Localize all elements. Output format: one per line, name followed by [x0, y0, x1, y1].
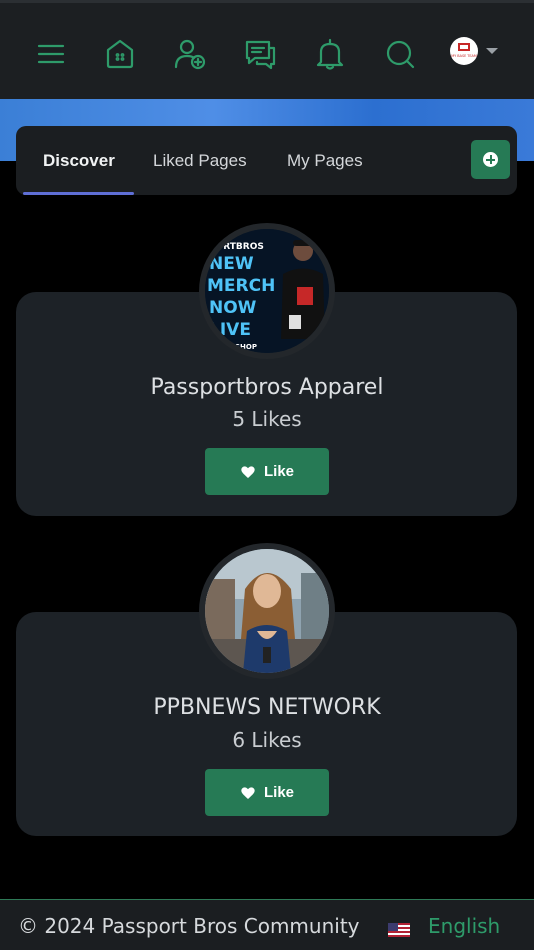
account-avatar: MY BASE TEAM — [450, 37, 478, 65]
like-button[interactable]: Like — [205, 448, 329, 495]
plus-circle-icon — [483, 152, 498, 167]
page-like-count: 5 Likes — [232, 407, 302, 431]
page-tabs: Discover Liked Pages My Pages — [16, 126, 517, 195]
heart-icon — [241, 786, 255, 799]
account-menu[interactable]: MY BASE TEAM — [450, 37, 498, 65]
merch-promo-image: PORTBROS NEW MERCH NOW LIVE SHOP — [205, 229, 329, 353]
merch-text-portbros: PORTBROS — [209, 242, 264, 252]
page-name[interactable]: Passportbros Apparel — [0, 375, 534, 400]
like-button-label: Like — [263, 463, 294, 480]
copyright-text: © 2024 Passport Bros Community — [18, 914, 360, 938]
news-anchor-photo — [205, 549, 329, 673]
search-icon[interactable] — [379, 33, 421, 75]
like-button-label: Like — [263, 784, 294, 801]
us-flag-icon — [388, 923, 410, 937]
chevron-down-icon — [486, 48, 498, 54]
bell-icon[interactable] — [309, 33, 351, 75]
footer: © 2024 Passport Bros Community English — [0, 899, 534, 950]
menu-icon[interactable] — [30, 33, 72, 75]
merch-text-shop: SHOP — [235, 343, 257, 351]
page-name[interactable]: PPBNEWS NETWORK — [0, 695, 534, 720]
language-selector[interactable]: English — [428, 914, 500, 938]
merch-text-merch: MERCH — [207, 276, 275, 296]
tab-my-pages[interactable]: My Pages — [287, 126, 363, 195]
account-avatar-text: MY BASE TEAM — [451, 54, 477, 58]
home-icon[interactable] — [99, 33, 141, 75]
create-page-button[interactable] — [471, 140, 510, 179]
messages-icon[interactable] — [239, 33, 281, 75]
tab-discover[interactable]: Discover — [43, 126, 115, 195]
heart-icon — [241, 465, 255, 478]
page-like-count: 6 Likes — [232, 728, 302, 752]
top-nav-bar: MY BASE TEAM — [0, 0, 534, 99]
add-user-icon[interactable] — [169, 33, 211, 75]
tab-liked-pages[interactable]: Liked Pages — [153, 126, 247, 195]
merch-text-now: NOW — [209, 298, 257, 318]
page-avatar[interactable]: PORTBROS NEW MERCH NOW LIVE SHOP — [199, 223, 335, 359]
like-button[interactable]: Like — [205, 769, 329, 816]
page-avatar[interactable] — [199, 543, 335, 679]
merch-text-new: NEW — [209, 254, 254, 274]
active-tab-indicator — [23, 192, 134, 195]
